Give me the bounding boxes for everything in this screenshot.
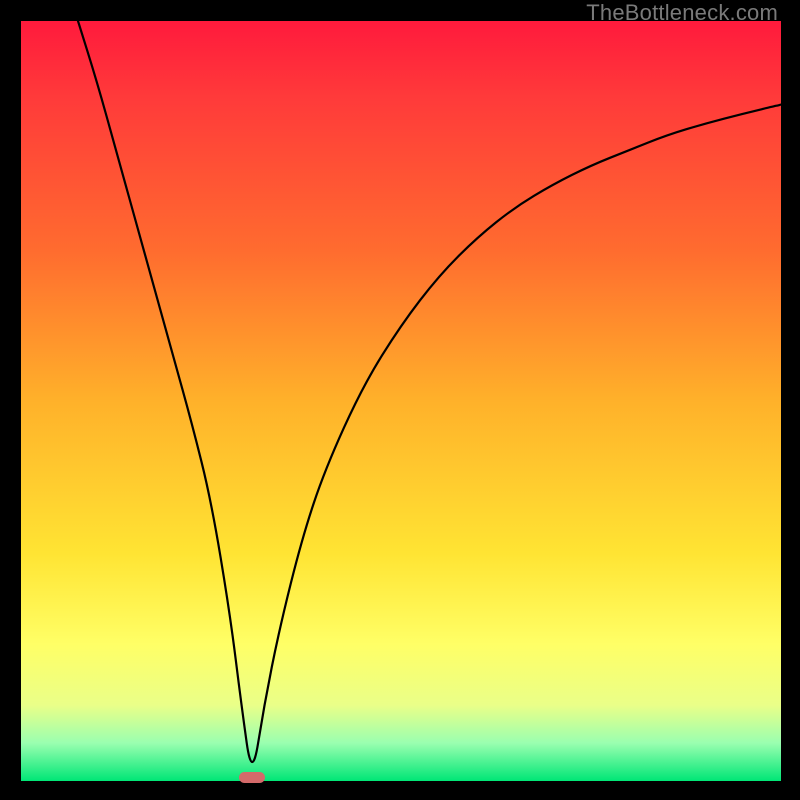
- watermark-text: TheBottleneck.com: [586, 0, 778, 26]
- optimal-marker: [239, 772, 265, 783]
- plot-area: [21, 21, 781, 781]
- chart-svg: [21, 21, 781, 781]
- bottleneck-curve: [78, 21, 781, 762]
